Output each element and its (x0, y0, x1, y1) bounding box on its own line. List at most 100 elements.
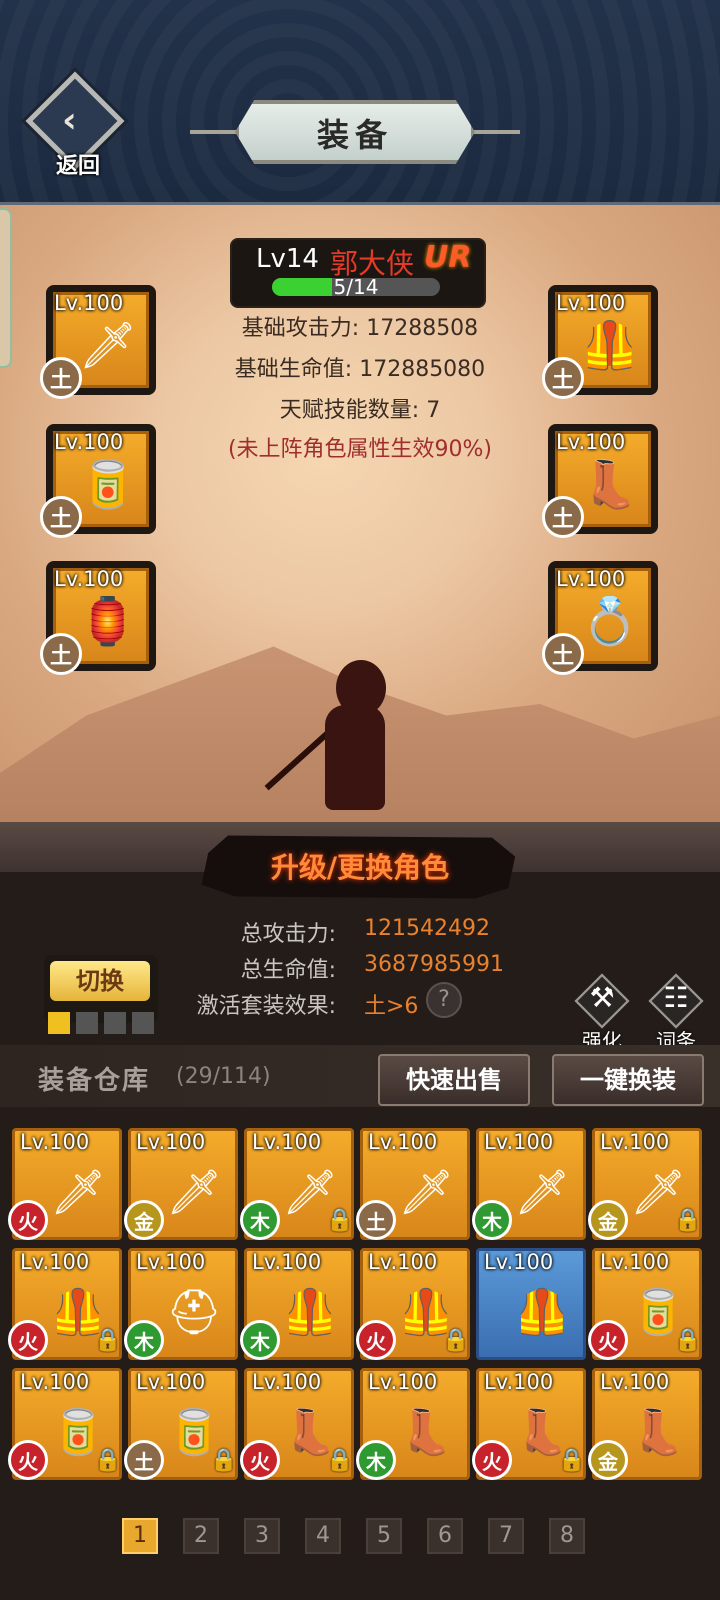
top-bar: ‹ 返回 装备 (0, 0, 720, 205)
total-hp-label: 总生命值: (240, 958, 336, 983)
item-level: Lv.100 (600, 1370, 670, 1394)
quick-sell-button[interactable]: 快速出售 (378, 1054, 530, 1106)
page-button[interactable]: 8 (549, 1518, 585, 1554)
enhance-button[interactable]: ⚒ 强化 (574, 973, 632, 1055)
inventory-item[interactable]: 🦺 Lv.100 火 🔒 (356, 1248, 470, 1360)
boots-icon: 👢 (630, 1407, 686, 1458)
inventory-item[interactable]: 👢 Lv.100 金 (588, 1368, 702, 1480)
hero-name: 郭大侠 (330, 247, 415, 280)
inventory-item[interactable]: 🗡 Lv.100 木 (472, 1128, 586, 1240)
sword-icon: 🗡 (166, 1167, 222, 1218)
page-button[interactable]: 4 (305, 1518, 341, 1554)
lock-icon: 🔒 (210, 1448, 238, 1473)
element-badge: 木 (240, 1320, 280, 1360)
side-tab[interactable] (0, 208, 12, 368)
total-hp-value: 3687985991 (364, 952, 504, 977)
element-badge: 土 (124, 1440, 164, 1480)
element-badge: 火 (356, 1320, 396, 1360)
set-indicator-1[interactable] (48, 1012, 70, 1034)
ring-icon: 💍 (581, 593, 639, 648)
slot-level: Lv.100 (556, 567, 626, 591)
set-indicator-2[interactable] (76, 1012, 98, 1034)
item-level: Lv.100 (136, 1370, 206, 1394)
lock-icon: 🔒 (94, 1328, 122, 1353)
inventory-item[interactable]: 🗡 Lv.100 木 🔒 (240, 1128, 354, 1240)
lock-icon: 🔒 (442, 1328, 470, 1353)
inventory-item[interactable]: 🗡 Lv.100 金 (124, 1128, 238, 1240)
inventory-item[interactable]: 🥫 Lv.100 火 🔒 (588, 1248, 702, 1360)
base-attack-stat: 基础攻击力: 17288508 (241, 316, 479, 341)
item-level: Lv.100 (252, 1250, 322, 1274)
item-level: Lv.100 (368, 1130, 438, 1154)
page-button[interactable]: 6 (427, 1518, 463, 1554)
warehouse-count: (29/114) (176, 1064, 271, 1089)
equip-slot-amulet[interactable]: 🏮 Lv.100 土 (40, 561, 156, 677)
page-button[interactable]: 1 (122, 1518, 158, 1554)
element-badge: 火 (8, 1200, 48, 1240)
inventory-item[interactable]: 👢 Lv.100 火 🔒 (240, 1368, 354, 1480)
item-level: Lv.100 (20, 1130, 90, 1154)
element-badge: 土 (40, 357, 82, 399)
help-icon[interactable]: ? (426, 982, 462, 1018)
list-icon: ☷ (663, 981, 689, 1014)
title-ornament-right (470, 130, 520, 134)
bracer-icon: 🥫 (79, 456, 137, 511)
upgrade-hero-label[interactable]: 升级/更换角色 (195, 846, 525, 886)
lock-icon: 🔒 (94, 1448, 122, 1473)
slot-level: Lv.100 (54, 430, 124, 454)
inventory-item[interactable]: 🦺 Lv.100 火 🔒 (8, 1248, 122, 1360)
inventory-item[interactable]: 🥫 Lv.100 土 🔒 (124, 1368, 238, 1480)
equip-slot-bracer[interactable]: 🥫 Lv.100 土 (40, 424, 156, 540)
set-indicator-4[interactable] (132, 1012, 154, 1034)
equip-slot-boots[interactable]: 👢 Lv.100 土 (542, 424, 658, 540)
lock-icon: 🔒 (326, 1208, 354, 1233)
page-button[interactable]: 3 (244, 1518, 280, 1554)
slot-level: Lv.100 (556, 291, 626, 315)
hero-rank: UR (424, 240, 472, 275)
hero-progress-bar: 5/14 (272, 278, 440, 296)
inventory-item[interactable]: 🦺 Lv.100 木 (240, 1248, 354, 1360)
affix-button[interactable]: ☷ 词条 (648, 973, 706, 1055)
page-button[interactable]: 7 (488, 1518, 524, 1554)
inventory-item[interactable]: 🥫 Lv.100 火 🔒 (8, 1368, 122, 1480)
element-badge: 木 (240, 1200, 280, 1240)
item-level: Lv.100 (20, 1370, 90, 1394)
sword-icon: 🗡 (398, 1167, 454, 1218)
inventory-item[interactable]: 👢 Lv.100 火 🔒 (472, 1368, 586, 1480)
chest-armor-icon: 🦺 (282, 1287, 338, 1338)
equip-slot-weapon[interactable]: 🗡 Lv.100 土 (40, 285, 156, 401)
inventory-item[interactable]: 🗡 Lv.100 土 (356, 1128, 470, 1240)
element-badge: 金 (588, 1200, 628, 1240)
set-indicator-3[interactable] (104, 1012, 126, 1034)
one-click-equip-button[interactable]: 一键换装 (552, 1054, 704, 1106)
lock-icon: 🔒 (674, 1328, 702, 1353)
total-attack-label: 总攻击力: (240, 922, 336, 947)
page-button[interactable]: 5 (366, 1518, 402, 1554)
item-level: Lv.100 (484, 1130, 554, 1154)
warehouse-title: 装备仓库 (38, 1066, 151, 1096)
chest-armor-icon: 🦺 (581, 317, 639, 372)
title-ornament-left (190, 130, 240, 134)
element-badge: 木 (356, 1440, 396, 1480)
inventory-item[interactable]: 👢 Lv.100 木 (356, 1368, 470, 1480)
page-button[interactable]: 2 (183, 1518, 219, 1554)
sword-icon: 🗡 (514, 1167, 570, 1218)
equip-slot-ring[interactable]: 💍 Lv.100 土 (542, 561, 658, 677)
item-level: Lv.100 (252, 1130, 322, 1154)
back-label: 返回 (55, 153, 100, 179)
equip-slot-armor[interactable]: 🦺 Lv.100 土 (542, 285, 658, 401)
element-badge: 土 (356, 1200, 396, 1240)
inventory-item[interactable]: 🗡 Lv.100 金 🔒 (588, 1128, 702, 1240)
element-badge: 火 (8, 1320, 48, 1360)
inventory-item[interactable]: 🗡 Lv.100 火 (8, 1128, 122, 1240)
lock-icon: 🔒 (326, 1448, 354, 1473)
inventory-item[interactable]: ⛑ Lv.100 木 (124, 1248, 238, 1360)
helmet-icon: ⛑ (166, 1287, 222, 1338)
sword-icon: 🗡 (78, 317, 138, 372)
element-badge: 火 (8, 1440, 48, 1480)
item-level: Lv.100 (600, 1130, 670, 1154)
hero-silhouette-head (336, 660, 386, 716)
item-level: Lv.100 (252, 1370, 322, 1394)
back-button[interactable]: ‹ 返回 (25, 71, 128, 180)
inventory-item[interactable]: 🦺 Lv.100 (476, 1248, 586, 1360)
